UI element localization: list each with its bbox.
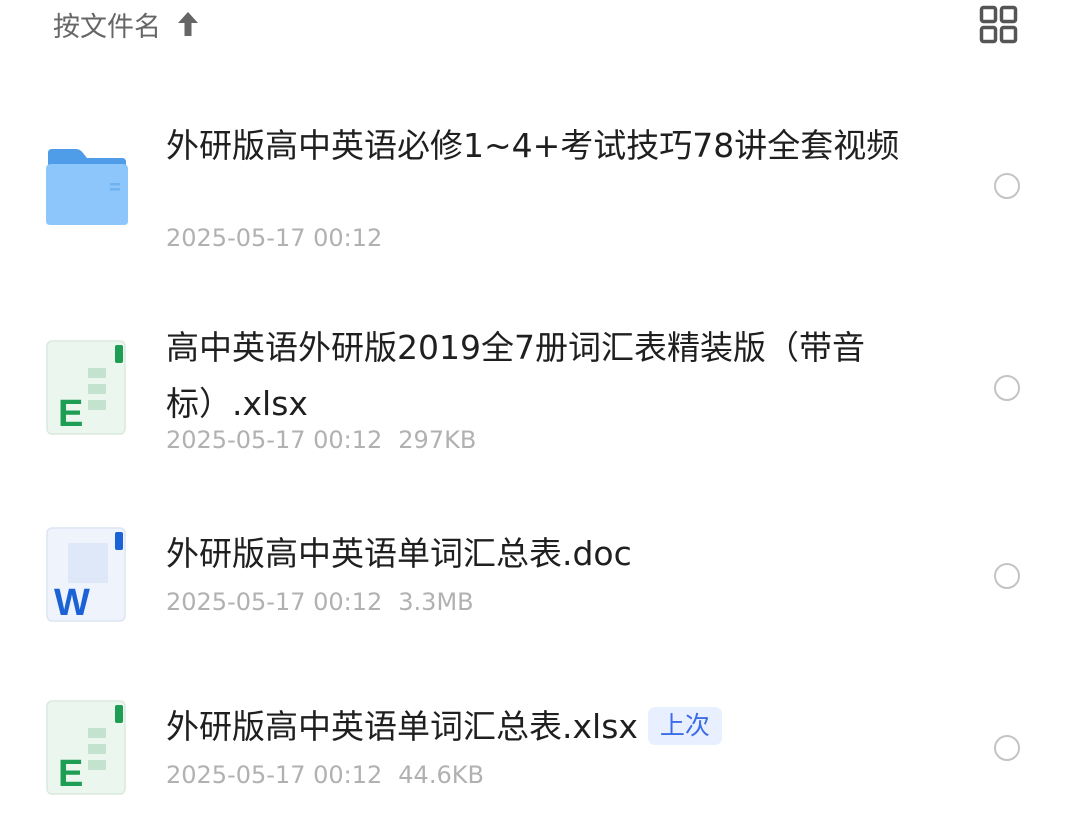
- file-date: 2025-05-17 00:12: [166, 588, 383, 616]
- file-list-item[interactable]: E 外研版高中英语单词汇总表.xlsx 上次 2025-05-17 00:12 4…: [0, 690, 1080, 810]
- folder-icon: [46, 149, 128, 225]
- file-list-item[interactable]: 外研版高中英语必修1~4+考试技巧78讲全套视频 2025-05-17 00:1…: [0, 90, 1080, 280]
- file-date: 2025-05-17 00:12: [166, 426, 383, 454]
- file-meta: 2025-05-17 00:12: [166, 223, 382, 253]
- file-meta: 2025-05-17 00:12 297KB: [166, 425, 476, 455]
- file-size: 297KB: [398, 426, 477, 454]
- arrow-up-icon: [178, 12, 198, 36]
- file-meta: 2025-05-17 00:12 3.3MB: [166, 587, 474, 617]
- excel-file-icon: E: [46, 340, 126, 435]
- file-size: 44.6KB: [398, 761, 484, 789]
- file-date: 2025-05-17 00:12: [166, 224, 383, 252]
- excel-letter: E: [58, 393, 83, 435]
- select-radio[interactable]: [994, 735, 1020, 761]
- last-opened-badge: 上次: [647, 706, 722, 745]
- excel-file-icon: E: [46, 700, 126, 795]
- file-name-text: 外研版高中英语单词汇总表.xlsx: [166, 707, 638, 746]
- word-letter: W: [54, 582, 90, 623]
- file-size: 3.3MB: [398, 588, 474, 616]
- file-name: 高中英语外研版2019全7册词汇表精装版（带音标）.xlsx: [166, 328, 865, 423]
- select-radio[interactable]: [994, 563, 1020, 589]
- file-date: 2025-05-17 00:12: [166, 761, 383, 789]
- excel-letter: E: [58, 753, 83, 795]
- word-file-icon: W: [46, 527, 126, 623]
- grid-view-icon[interactable]: [979, 5, 1018, 44]
- file-name: 外研版高中英语单词汇总表.xlsx 上次: [166, 699, 926, 755]
- select-radio[interactable]: [994, 173, 1020, 199]
- file-name: 外研版高中英语必修1~4+考试技巧78讲全套视频: [166, 126, 900, 165]
- sort-by-name-button[interactable]: 按文件名: [53, 4, 201, 44]
- file-list-item[interactable]: E 高中英语外研版2019全7册词汇表精装版（带音标）.xlsx 2025-05…: [0, 320, 1080, 470]
- toolbar: 按文件名: [0, 0, 1080, 52]
- sort-label: 按文件名: [53, 11, 161, 43]
- select-radio[interactable]: [994, 375, 1020, 401]
- file-list-item[interactable]: W 外研版高中英语单词汇总表.doc 2025-05-17 00:12 3.3M…: [0, 515, 1080, 635]
- file-name: 外研版高中英语单词汇总表.doc: [166, 534, 632, 573]
- file-meta: 2025-05-17 00:12 44.6KB: [166, 760, 484, 790]
